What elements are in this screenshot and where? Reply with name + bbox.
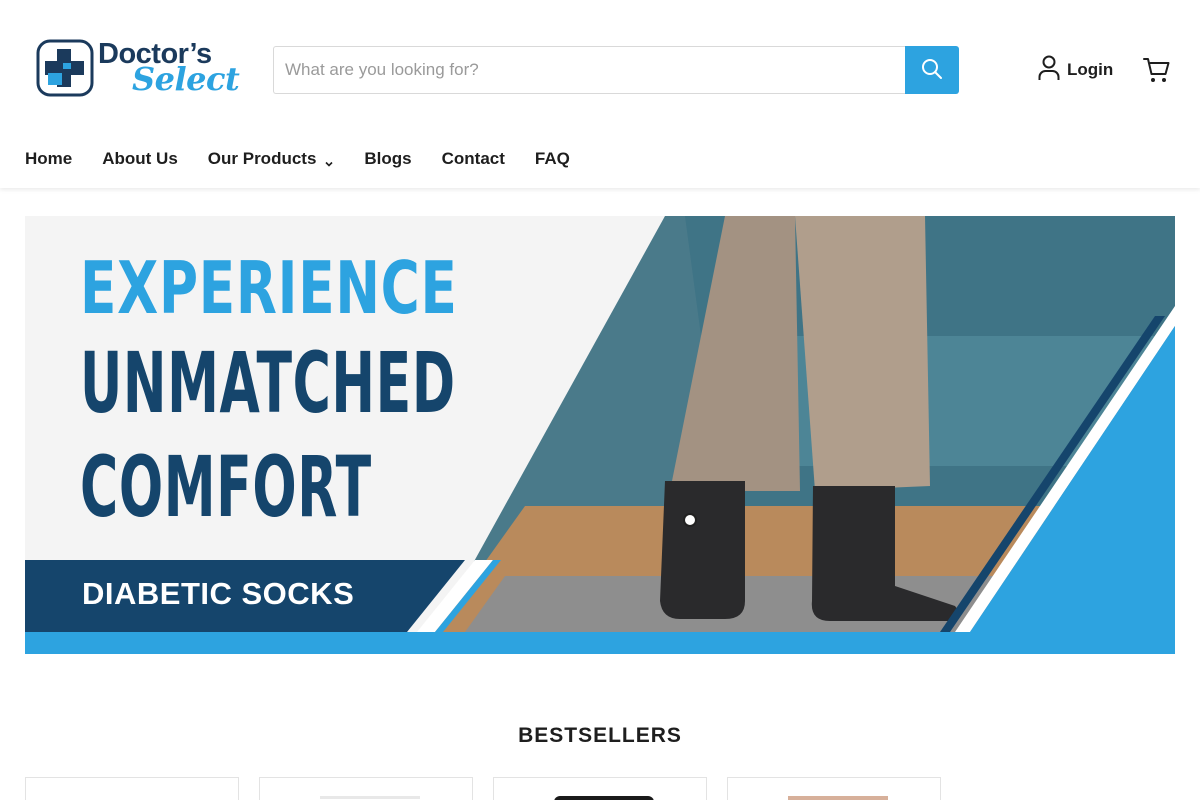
nav-item-contact[interactable]: Contact bbox=[442, 149, 505, 169]
nav-item-label: Our Products bbox=[207, 149, 317, 168]
cart-button[interactable] bbox=[1142, 55, 1172, 85]
login-link[interactable]: Login bbox=[1038, 55, 1114, 86]
nav-item-about-us[interactable]: About Us bbox=[102, 149, 178, 169]
hero-headline-line2: UNMATCHED bbox=[80, 334, 456, 432]
hero-headline-line3: COMFORT bbox=[80, 438, 372, 536]
hero-headline-line1: EXPERIENCE bbox=[80, 246, 458, 330]
brand-name: Doctor’s Select bbox=[98, 38, 240, 98]
bestsellers-grid bbox=[25, 777, 961, 800]
login-label: Login bbox=[1067, 60, 1114, 79]
nav-item-label: Home bbox=[25, 149, 73, 168]
nav-item-home[interactable]: Home bbox=[25, 149, 72, 169]
medical-cross-icon bbox=[36, 39, 94, 97]
product-image bbox=[554, 796, 654, 800]
product-card[interactable] bbox=[493, 777, 707, 800]
brand-name-line2: Select bbox=[132, 60, 240, 98]
brand-logo[interactable]: Doctor’s Select bbox=[36, 38, 240, 98]
nav-item-faq[interactable]: FAQ bbox=[535, 149, 570, 169]
product-card[interactable] bbox=[25, 777, 239, 800]
nav-item-label: Blogs bbox=[364, 149, 412, 168]
hotspot-dot[interactable] bbox=[683, 513, 697, 527]
cart-icon bbox=[1142, 58, 1172, 89]
nav-item-label: FAQ bbox=[534, 149, 570, 168]
main-nav: Home About Us Our Products Blogs Contact… bbox=[25, 146, 600, 172]
user-icon bbox=[1038, 55, 1060, 86]
product-image bbox=[320, 796, 420, 800]
site-header: Doctor’s Select Login bbox=[0, 0, 1200, 188]
product-card[interactable] bbox=[259, 777, 473, 800]
nav-item-label: Contact bbox=[441, 149, 505, 168]
search-icon bbox=[921, 58, 943, 83]
section-title-bestsellers: BESTSELLERS bbox=[518, 724, 682, 747]
product-card[interactable] bbox=[727, 777, 941, 800]
nav-item-label: About Us bbox=[102, 149, 178, 168]
chevron-down-icon bbox=[324, 154, 334, 167]
product-image bbox=[788, 796, 888, 800]
search-button[interactable] bbox=[905, 46, 959, 94]
search-input[interactable] bbox=[273, 46, 905, 94]
nav-item-our-products[interactable]: Our Products bbox=[208, 149, 335, 169]
nav-item-blogs[interactable]: Blogs bbox=[364, 149, 411, 169]
product-image bbox=[86, 796, 186, 800]
hero-tagline: DIABETIC SOCKS bbox=[82, 576, 355, 611]
hero-banner[interactable]: EXPERIENCE UNMATCHED COMFORT DIABETIC SO… bbox=[25, 216, 1175, 654]
search-bar bbox=[273, 46, 959, 94]
